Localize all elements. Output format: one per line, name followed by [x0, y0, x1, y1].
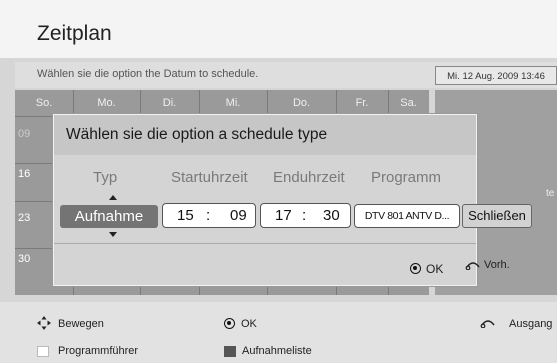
- time-separator: :: [206, 207, 211, 224]
- dialog-divider: [54, 243, 476, 244]
- day-header-saturday: Sa.: [400, 97, 417, 109]
- current-datetime: Mi. 12 Aug. 2009 13:46: [435, 66, 557, 85]
- start-minute[interactable]: 09: [230, 207, 247, 224]
- type-selector[interactable]: Aufnahme: [60, 205, 158, 228]
- right-panel-text: te: [546, 188, 555, 199]
- back-arrow-icon: [480, 320, 495, 328]
- gray-key-icon: [224, 346, 236, 357]
- column-end-time: Enduhrzeit: [273, 169, 345, 186]
- up-arrow-icon[interactable]: [109, 195, 117, 200]
- move-hint: Bewegen: [58, 318, 104, 330]
- ok-hint: OK: [241, 318, 257, 330]
- end-hour[interactable]: 17: [275, 207, 292, 224]
- page-title: Zeitplan: [37, 22, 112, 45]
- day-header-sunday: So.: [35, 97, 53, 109]
- back-arrow-icon: [465, 262, 480, 270]
- start-time-field[interactable]: 15 : 09: [162, 203, 256, 228]
- down-arrow-icon[interactable]: [109, 232, 117, 237]
- white-key-icon: [37, 346, 49, 357]
- dialog-title: Wählen sie die option a schedule type: [66, 126, 328, 143]
- calendar-date[interactable]: 23: [18, 212, 30, 224]
- ok-radio-icon: [410, 263, 421, 274]
- calendar-date[interactable]: 30: [18, 253, 30, 265]
- day-header-friday: Fr.: [355, 97, 369, 109]
- column-start-time: Startuhrzeit: [171, 169, 248, 186]
- dialog-ok-hint[interactable]: OK: [426, 262, 443, 276]
- day-header-monday: Mo.: [97, 97, 116, 109]
- calendar-date[interactable]: 16: [18, 168, 30, 180]
- calendar-date[interactable]: 09: [18, 128, 30, 140]
- start-hour[interactable]: 15: [177, 207, 194, 224]
- end-minute[interactable]: 30: [323, 207, 340, 224]
- program-selector[interactable]: DTV 801 ANTV D...: [354, 204, 460, 228]
- time-separator: :: [302, 207, 307, 224]
- ok-radio-icon: [224, 318, 235, 329]
- close-button[interactable]: Schließen: [462, 204, 532, 228]
- column-program: Programm: [371, 169, 442, 186]
- day-header-tuesday: Di.: [162, 97, 177, 109]
- dialog-back-hint[interactable]: Vorh.: [484, 259, 510, 271]
- dpad-icon: [37, 316, 51, 330]
- exit-hint: Ausgang: [509, 318, 553, 330]
- end-time-field[interactable]: 17 : 30: [260, 203, 351, 228]
- day-header-wednesday: Mi.: [225, 97, 241, 109]
- recording-list-hint[interactable]: Aufnahmeliste: [242, 345, 312, 357]
- day-header-thursday: Do.: [292, 97, 311, 109]
- instruction-text: Wählen sie die option the Datum to sched…: [37, 68, 259, 80]
- column-type: Typ: [93, 169, 118, 186]
- program-guide-hint[interactable]: Programmführer: [58, 345, 138, 357]
